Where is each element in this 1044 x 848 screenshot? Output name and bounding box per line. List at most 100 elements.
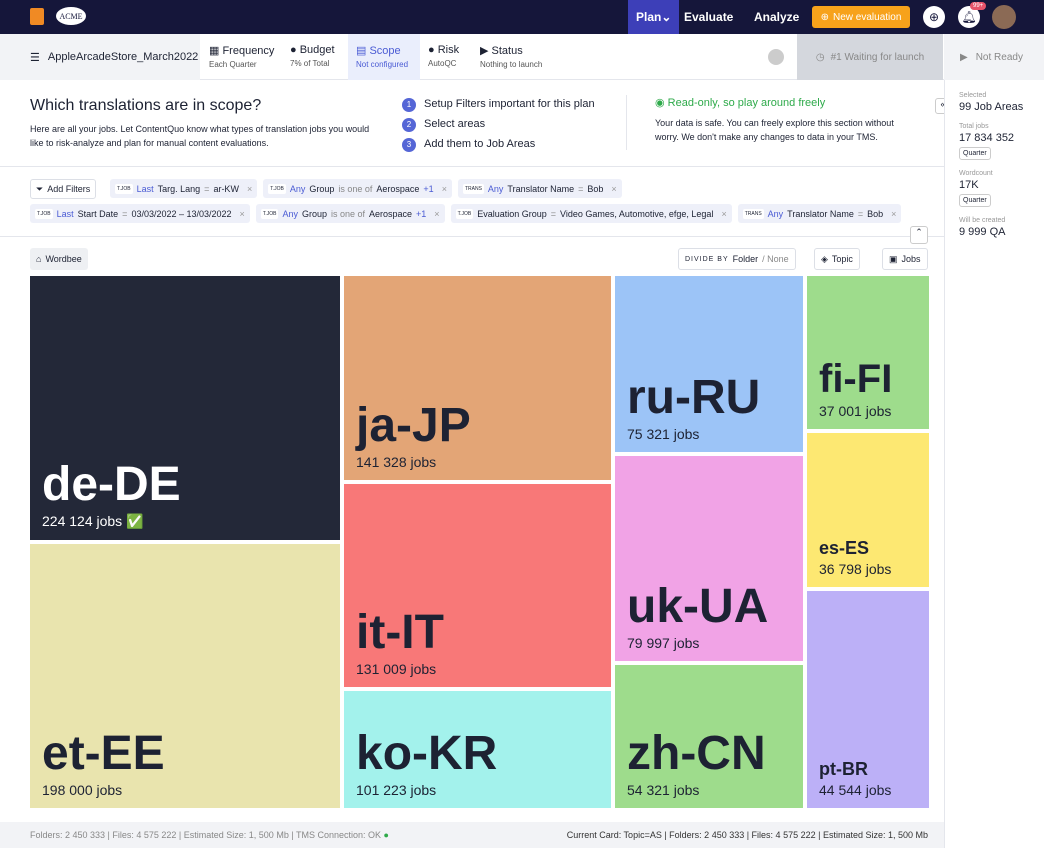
play-icon: ▶ [960, 51, 968, 63]
treemap-tile-fi-FI[interactable]: fi-FI 37 001 jobs [807, 276, 929, 429]
filter-chip[interactable]: T.JOB Any Group is one of Aerospace +1 × [263, 179, 452, 198]
tile-label: it-IT [356, 606, 444, 659]
filter-chip[interactable]: TRANS Any Translator Name = Bob × [457, 179, 622, 198]
nav-evaluate[interactable]: Evaluate [676, 0, 741, 34]
filter-chip[interactable]: T.JOB Last Start Date = 03/03/2022 – 13/03/2… [30, 204, 250, 223]
add-icon[interactable]: ⊕ [923, 6, 945, 28]
tile-label: zh-CN [627, 727, 766, 780]
filter-chip[interactable]: T.JOB Any Group is one of Aerospace +1 × [255, 204, 445, 223]
filter-val: 03/03/2022 – 13/03/2022 [131, 208, 232, 219]
avatar[interactable] [992, 5, 1016, 29]
jobs-button[interactable]: ▣ Jobs [882, 248, 928, 270]
treemap-tile-ko-KR[interactable]: ko-KR 101 223 jobs [344, 691, 611, 808]
filter-field: Evaluation Group [477, 208, 547, 219]
tile-label: ko-KR [356, 727, 498, 780]
filter-q: Any [487, 183, 504, 194]
filter-tag: T.JOB [455, 208, 474, 219]
filter-tag: T.JOB [35, 208, 53, 219]
step-status[interactable]: ▶ Status Nothing to launch [472, 34, 550, 80]
filter-field: Group [301, 208, 327, 219]
tile-count: 141 328 jobs [356, 454, 437, 470]
filter-val: Video Games, Automotive, efge, Legal [560, 208, 714, 219]
jobs-icon: ▣ [889, 253, 898, 264]
filter-q: Any [282, 208, 298, 219]
close-icon[interactable]: × [434, 209, 439, 219]
new-evaluation-button[interactable]: ⊕ New evaluation [812, 6, 910, 28]
waiting-for-launch-button[interactable]: ◷ #1 Waiting for launch [797, 34, 943, 80]
filter-val: Bob [587, 183, 604, 194]
tile-count: 75 321 jobs [627, 426, 700, 442]
tile-count: 37 001 jobs [819, 403, 892, 419]
close-icon[interactable]: × [442, 184, 447, 194]
filter-op: is one of [338, 183, 373, 194]
tile-count: 54 321 jobs [627, 782, 700, 798]
treemap-tile-it-IT[interactable]: it-IT 131 009 jobs [344, 484, 611, 687]
filter-val: Aerospace [376, 183, 420, 194]
filter-q: Last [56, 208, 74, 219]
topic-icon: ◈ [821, 253, 828, 264]
nav-plan[interactable]: Plan ⌄ [628, 0, 680, 34]
divider [626, 95, 627, 150]
filter-op: = [857, 208, 864, 219]
close-icon[interactable]: × [891, 209, 896, 219]
not-ready-button[interactable]: ▶ Not Ready [944, 34, 1044, 80]
filter-field: Group [309, 183, 335, 194]
menu-icon: ☰ [30, 51, 40, 64]
step-budget[interactable]: ● Budget 7% of Total [282, 34, 343, 80]
app-logo[interactable] [30, 8, 44, 25]
readonly-note: ◉ Read-only, so play around freely Your … [655, 97, 894, 142]
tile-label: ru-RU [627, 371, 761, 424]
treemap-tile-de-DE[interactable]: de-DE 224 124 jobs ✅ [30, 276, 340, 540]
filter-field: Start Date [77, 208, 119, 219]
filter-row: T.JOB Last Start Date = 03/03/2022 – 13/03/2… [30, 204, 902, 223]
eye-icon: ◉ [655, 97, 665, 109]
close-icon[interactable]: × [721, 209, 726, 219]
filter-tag: T.JOB [268, 183, 286, 194]
treemap-tile-et-EE[interactable]: et-EE 198 000 jobs [30, 544, 340, 808]
project-menu[interactable]: ☰ AppleArcadeStore_March2022 [0, 34, 200, 80]
close-icon[interactable]: × [247, 184, 252, 194]
add-filters-button[interactable]: ⏷ Add Filters [30, 179, 97, 199]
treemap-tile-pt-BR[interactable]: pt-BR 44 544 jobs [807, 591, 929, 808]
status-bar: Folders: 2 450 333 | Files: 4 575 222 | … [0, 822, 944, 848]
filter-tag: TRANS [742, 208, 764, 219]
filter-q: Any [289, 183, 306, 194]
tile-label: et-EE [42, 727, 165, 780]
home-icon: ⌂ [36, 254, 42, 264]
info-icon[interactable] [768, 49, 784, 65]
tile-count: 198 000 jobs [42, 782, 123, 798]
filter-q: Last [136, 183, 154, 194]
setup-steps: 1 Setup Filters important for this plan 2… [402, 94, 595, 154]
tile-label: es-ES [819, 538, 870, 558]
nav-analyze[interactable]: Analyze [746, 0, 807, 34]
filter-op: = [204, 183, 210, 194]
breadcrumb[interactable]: ⌂ Wordbee [30, 248, 88, 270]
close-icon[interactable]: × [240, 209, 245, 219]
step-scope[interactable]: ▤ Scope Not configured [348, 34, 420, 80]
close-icon[interactable]: × [611, 184, 616, 194]
filter-chip[interactable]: T.JOB Evaluation Group = Video Games, Autom… [450, 204, 732, 223]
filter-chip[interactable]: TRANS Any Translator Name = Bob × [737, 204, 902, 223]
filter-extra: +1 [423, 183, 434, 194]
tile-label: uk-UA [627, 580, 769, 633]
step-risk[interactable]: ● Risk AutoQC [420, 34, 467, 80]
tile-label: fi-FI [819, 357, 893, 401]
filter-val: Bob [867, 208, 884, 219]
filter-chip[interactable]: T.JOB Last Targ. Lang = ar-KW × [110, 179, 258, 198]
treemap-tile-es-ES[interactable]: es-ES 36 798 jobs [807, 433, 929, 587]
plus-circle-icon: ⊕ [820, 11, 829, 23]
divide-by-button[interactable]: DIVIDE BY Folder / None [678, 248, 796, 270]
tile-label: pt-BR [819, 759, 868, 779]
treemap-tile-ru-RU[interactable]: ru-RU 75 321 jobs [615, 276, 803, 452]
tile-count: 36 798 jobs [819, 561, 892, 577]
step-frequency[interactable]: ▦ Frequency Each Quarter [201, 34, 282, 80]
topic-button[interactable]: ◈ Topic [814, 248, 860, 270]
treemap-tile-uk-UA[interactable]: uk-UA 79 997 jobs [615, 456, 803, 661]
notification-badge: 99+ [970, 2, 987, 10]
treemap-tile-ja-JP[interactable]: ja-JP 141 328 jobs [344, 276, 611, 480]
tile-count: 224 124 jobs ✅ [42, 513, 144, 529]
collapse-filters-button[interactable]: ⌃ [910, 226, 928, 244]
page-title: Which translations are in scope? [30, 97, 262, 114]
treemap-tile-zh-CN[interactable]: zh-CN 54 321 jobs [615, 665, 803, 808]
tile-count: 101 223 jobs [356, 782, 437, 798]
